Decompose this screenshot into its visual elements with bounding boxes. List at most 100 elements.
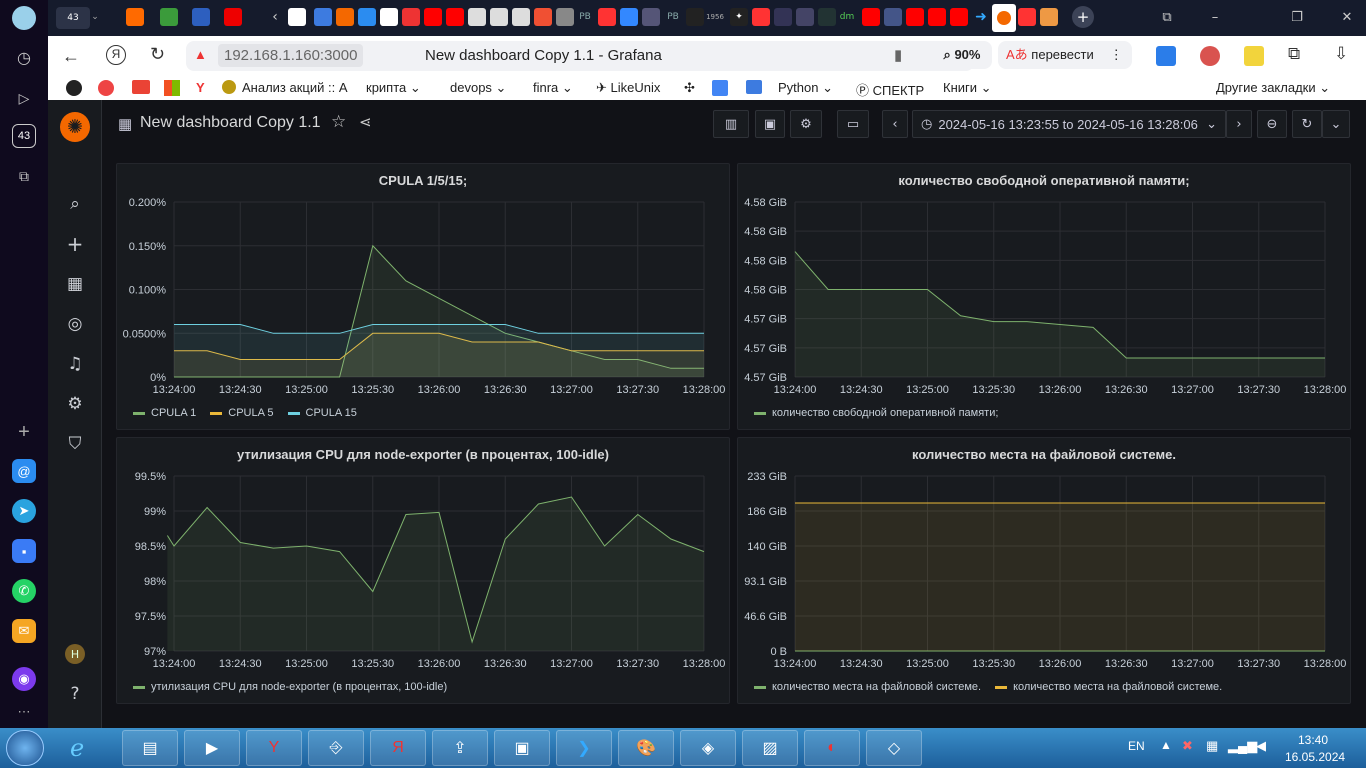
server-admin-icon[interactable]: ⛉ [65, 434, 85, 454]
extension-icon-1[interactable] [1200, 46, 1220, 66]
more-icon[interactable]: ⋯ [12, 700, 36, 724]
play-icon[interactable]: ▷ [12, 86, 36, 110]
cycle-view-button[interactable]: ▭ [837, 110, 869, 138]
tab-icon-arrow[interactable]: ➜ [972, 8, 990, 26]
tab-active-grafana[interactable] [992, 4, 1016, 32]
tab-icon-13[interactable] [774, 8, 792, 26]
clock-time[interactable]: 13:40 [1298, 733, 1328, 747]
tab-icon-3[interactable] [192, 8, 210, 26]
refresh-button[interactable]: ↻ [1292, 110, 1322, 138]
bookmark-icon-sheet[interactable] [746, 80, 762, 94]
new-tab-button[interactable]: + [1072, 6, 1094, 28]
bookmark-folder-devops[interactable]: devops ⌄ [450, 80, 506, 96]
tab-icon-15[interactable] [818, 8, 836, 26]
reload-icon[interactable]: ↻ [150, 44, 165, 65]
tab-icon-yandex-3[interactable] [1018, 8, 1036, 26]
tab-icon-11[interactable] [686, 8, 704, 26]
bookmark-folder-books[interactable]: Книги ⌄ [943, 80, 992, 96]
other-bookmarks[interactable]: Другие закладки ⌄ [1216, 80, 1330, 96]
bookmark-stocks[interactable]: Анализ акций :: А [242, 80, 348, 95]
legend-item[interactable]: CPULA 15 [287, 407, 357, 419]
tab-icon-grafana[interactable] [336, 8, 354, 26]
url-text[interactable]: 192.168.1.160:3000 [218, 44, 364, 67]
tab-icon-5[interactable] [288, 8, 306, 26]
tab-icon-2[interactable] [160, 8, 178, 26]
tab-1956[interactable]: 1956 [704, 8, 726, 26]
telegram-icon[interactable]: ➤ [12, 499, 36, 523]
back-icon[interactable]: ← [62, 46, 80, 67]
yandex-logo-icon[interactable] [12, 6, 36, 30]
warning-icon[interactable]: ▲ [194, 47, 210, 63]
kebab-menu-icon[interactable]: ⋮ [1110, 47, 1123, 62]
tab-icon-github-2[interactable] [490, 8, 508, 26]
zoom-out-button[interactable]: ⊖ [1257, 110, 1287, 138]
start-button[interactable] [6, 730, 44, 766]
tab-count-badge[interactable]: 43 [12, 124, 36, 148]
translate-button[interactable]: Aあ перевести ⋮ [998, 41, 1132, 69]
legend-item[interactable]: CPULA 5 [210, 407, 274, 419]
tab-icon-github-1[interactable] [468, 8, 486, 26]
user-avatar[interactable]: H [65, 644, 85, 664]
tab-icon-4[interactable] [224, 8, 242, 26]
gmail-icon[interactable] [132, 80, 150, 94]
create-icon[interactable]: + [65, 232, 85, 256]
tab-count-button[interactable]: 43 [56, 7, 90, 29]
tab-icon-16[interactable] [884, 8, 902, 26]
legend-item[interactable]: количество места на файловой системе. [754, 681, 981, 693]
tab-icon-youtube-5[interactable] [928, 8, 946, 26]
panel-free-memory[interactable]: количество свободной оперативной памяти;… [737, 163, 1351, 430]
extensions-icon[interactable]: ⧉ [1288, 44, 1300, 64]
tab-icon-book[interactable] [620, 8, 638, 26]
star-icon[interactable]: ☆ [331, 112, 346, 132]
bookmark-likeunix[interactable]: ✈ LikeUnix [596, 80, 660, 96]
mail-envelope-icon[interactable]: ✉ [12, 619, 36, 643]
taskbar-virtualbox[interactable]: ◈ [680, 730, 736, 766]
tab-icon-youtube-2[interactable] [446, 8, 464, 26]
tab-icon-12[interactable]: ✦ [730, 8, 748, 26]
taskbar-app-3[interactable]: ◇ [866, 730, 922, 766]
downloads-icon[interactable]: ⇩ [1334, 44, 1348, 64]
time-picker[interactable]: ◷ 2024-05-16 13:23:55 to 2024-05-16 13:28… [912, 110, 1226, 138]
panel-filesystem[interactable]: количество места на файловой системе. 0 … [737, 437, 1351, 704]
tab-icon-youtube-6[interactable] [950, 8, 968, 26]
chevron-down-icon[interactable]: ⌄ [86, 8, 104, 26]
zoom-indicator[interactable]: ⌕ 90% [932, 41, 992, 69]
tab-icon-github-3[interactable] [512, 8, 530, 26]
search-icon[interactable]: ⌕ [65, 194, 85, 214]
tab-icon-14[interactable] [796, 8, 814, 26]
signal-tray-icon[interactable]: ▂▄▆ [1228, 738, 1257, 754]
tab-icon-youtube-3[interactable] [862, 8, 880, 26]
save-dashboard-button[interactable]: ▣ [755, 110, 785, 138]
taskbar-photos[interactable]: ▨ [742, 730, 798, 766]
bookmark-folder-finra[interactable]: finra ⌄ [533, 80, 573, 96]
tab-icon-yandex-2[interactable] [752, 8, 770, 26]
tab-dm[interactable]: dm [838, 8, 856, 26]
extension-icon-2[interactable] [1244, 46, 1264, 66]
legend-item[interactable]: CPULA 1 [133, 407, 196, 419]
bookmark-icon[interactable]: ▮ [894, 46, 902, 64]
configuration-icon[interactable]: ⚙ [65, 394, 85, 414]
tab-icon-youtube-1[interactable] [424, 8, 442, 26]
bookmark-icon-stocks[interactable] [222, 80, 236, 94]
tab-scroll-left-icon[interactable]: ‹ [266, 8, 284, 26]
taskbar-app-1[interactable]: ⇪ [432, 730, 488, 766]
tab-icon-yandex-1[interactable] [598, 8, 616, 26]
tab-icon-youtube-4[interactable] [906, 8, 924, 26]
panel-cpu-utilization[interactable]: утилизация CPU для node-exporter (в проц… [116, 437, 730, 704]
time-back-button[interactable]: ‹ [882, 110, 908, 138]
help-icon[interactable]: ? [65, 684, 85, 704]
dashboards-icon[interactable]: ▦ [65, 274, 85, 294]
tab-icon-10[interactable] [642, 8, 660, 26]
yandex-icon[interactable]: Y [196, 80, 205, 95]
refresh-interval-button[interactable]: ⌄ [1322, 110, 1350, 138]
tab-icon-6[interactable] [314, 8, 332, 26]
tab-icon-17[interactable] [1040, 8, 1058, 26]
add-panel-icon[interactable]: + [12, 420, 36, 444]
taskbar-explorer[interactable]: ▤ [122, 730, 178, 766]
tab-rb-2[interactable]: РВ [664, 8, 682, 26]
language-indicator[interactable]: EN [1128, 739, 1145, 753]
clock-date[interactable]: 16.05.2024 [1285, 750, 1345, 764]
taskbar-yandex[interactable]: Я [370, 730, 426, 766]
whatsapp-icon[interactable]: ✆ [12, 579, 36, 603]
address-bar[interactable]: ▲ 192.168.1.160:3000 New dashboard Copy … [186, 41, 974, 71]
